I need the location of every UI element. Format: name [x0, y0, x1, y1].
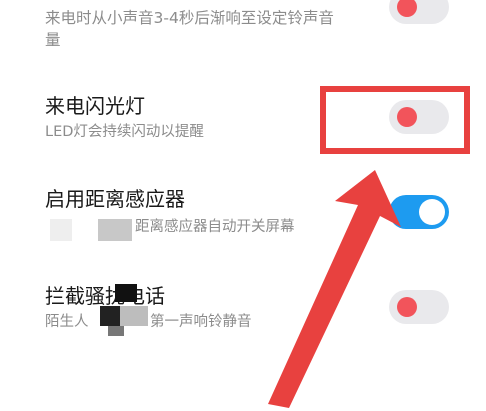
setting-description: LED灯会持续闪动以提醒 [45, 124, 204, 140]
ring-fade-in-toggle[interactable] [389, 0, 449, 24]
phone-settings-screen: 来电时从小声音3-4秒后渐响至设定铃声音 量 来电闪光灯 LED灯会持续闪动以提… [0, 0, 486, 411]
toggle-knob [397, 0, 417, 17]
toggle-knob [419, 199, 445, 225]
blur-mosaic [100, 306, 120, 326]
setting-description-continued: 第一声响铃静音 [150, 314, 252, 330]
blur-mosaic [115, 284, 137, 302]
setting-title: 启用距离感应器 [45, 187, 185, 211]
setting-description: 来电时从小声音3-4秒后渐响至设定铃声音 [45, 9, 334, 27]
setting-description: 距离感应器自动开关屏幕 [135, 219, 295, 235]
blur-mosaic [120, 306, 148, 326]
blur-mosaic [50, 219, 72, 241]
toggle-knob [397, 297, 417, 317]
setting-description: 陌生人 [45, 314, 89, 330]
blur-mosaic [98, 219, 132, 241]
setting-row-proximity-sensor[interactable]: 启用距离感应器 距离感应器自动开关屏幕 [0, 185, 486, 245]
highlight-box [320, 86, 470, 154]
setting-title: 拦截骚扰电话 [45, 284, 165, 308]
block-calls-toggle[interactable] [389, 290, 449, 324]
proximity-sensor-toggle[interactable] [389, 195, 449, 229]
setting-row-block-calls[interactable]: 拦截骚扰电话 陌生人 第一声响铃静音 [0, 282, 486, 352]
setting-description-continued: 量 [45, 31, 61, 49]
setting-row-ring-fade-in[interactable]: 来电时从小声音3-4秒后渐响至设定铃声音 量 [0, 0, 486, 60]
blur-mosaic [108, 326, 124, 336]
setting-title: 来电闪光灯 [45, 94, 145, 118]
